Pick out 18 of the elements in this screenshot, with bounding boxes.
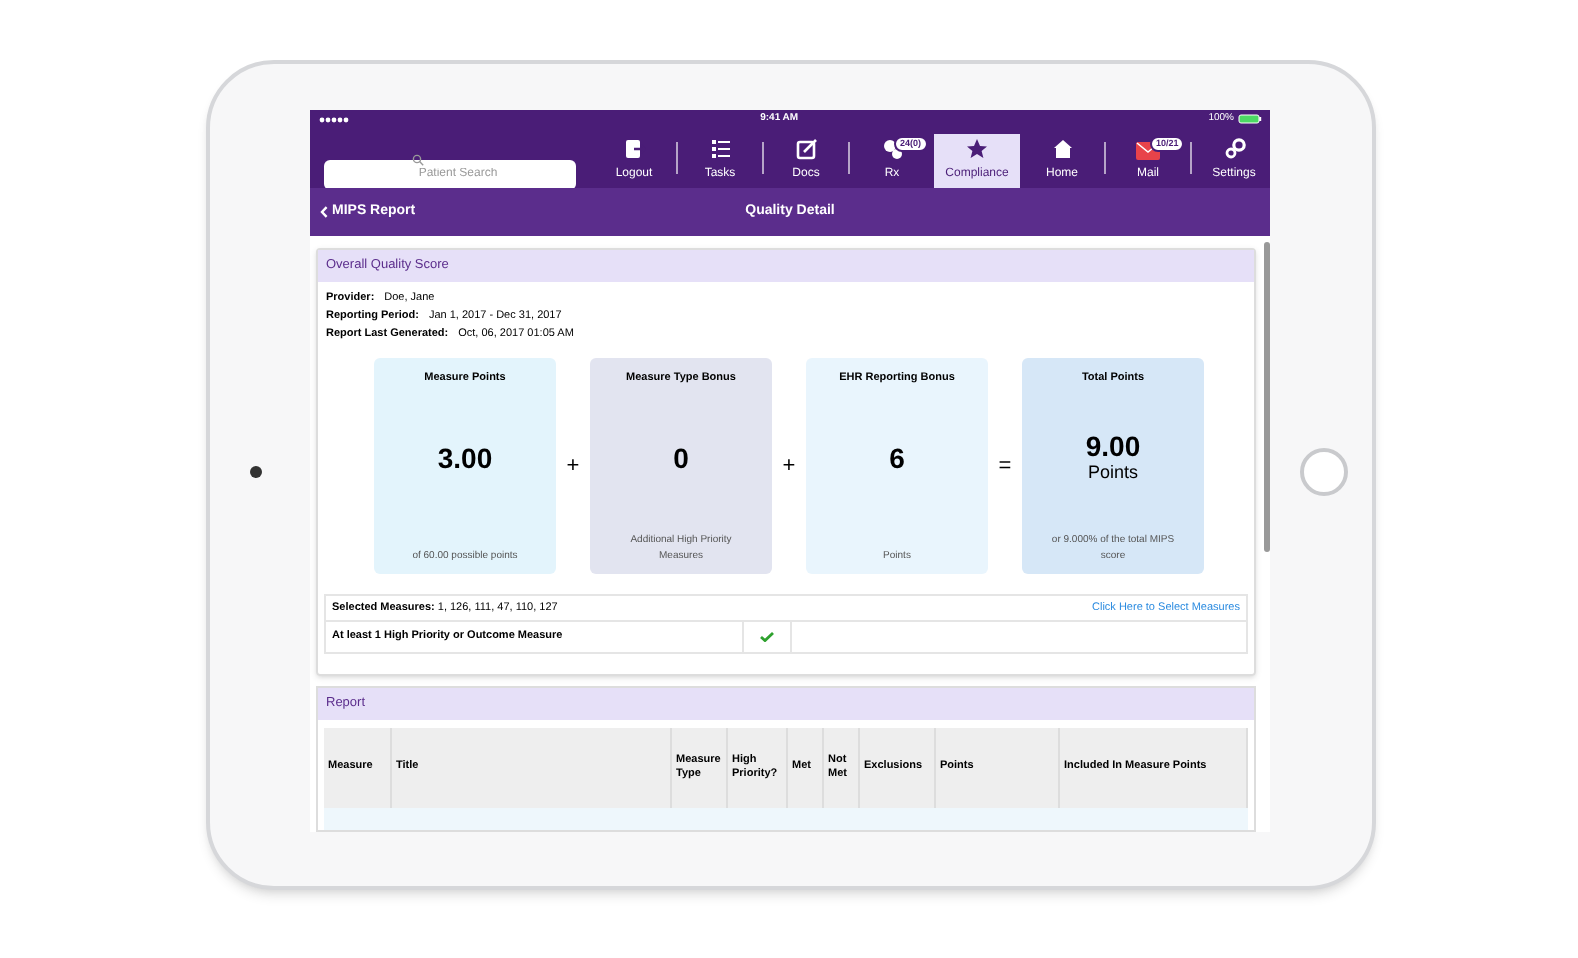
- search-icon: [412, 154, 424, 166]
- battery-icon: [1237, 114, 1262, 124]
- card-value: 3.00: [437, 443, 493, 474]
- star-icon: [966, 138, 988, 160]
- logout-icon: [623, 138, 645, 160]
- edit-icon: [795, 138, 817, 160]
- signal-icon: [318, 115, 350, 123]
- card-value: 9.00: [1085, 432, 1141, 463]
- operator-sign: +: [780, 451, 798, 481]
- operator-sign: +: [564, 451, 582, 481]
- gears-icon: [1223, 138, 1245, 160]
- card-value: 0: [673, 443, 689, 474]
- operator-sign: =: [996, 451, 1014, 481]
- list-icon: [709, 138, 731, 160]
- card-unit: Points: [1087, 462, 1138, 485]
- home-icon: [1051, 138, 1073, 160]
- card-value: 6: [889, 443, 905, 474]
- chevron-icon: [320, 206, 328, 218]
